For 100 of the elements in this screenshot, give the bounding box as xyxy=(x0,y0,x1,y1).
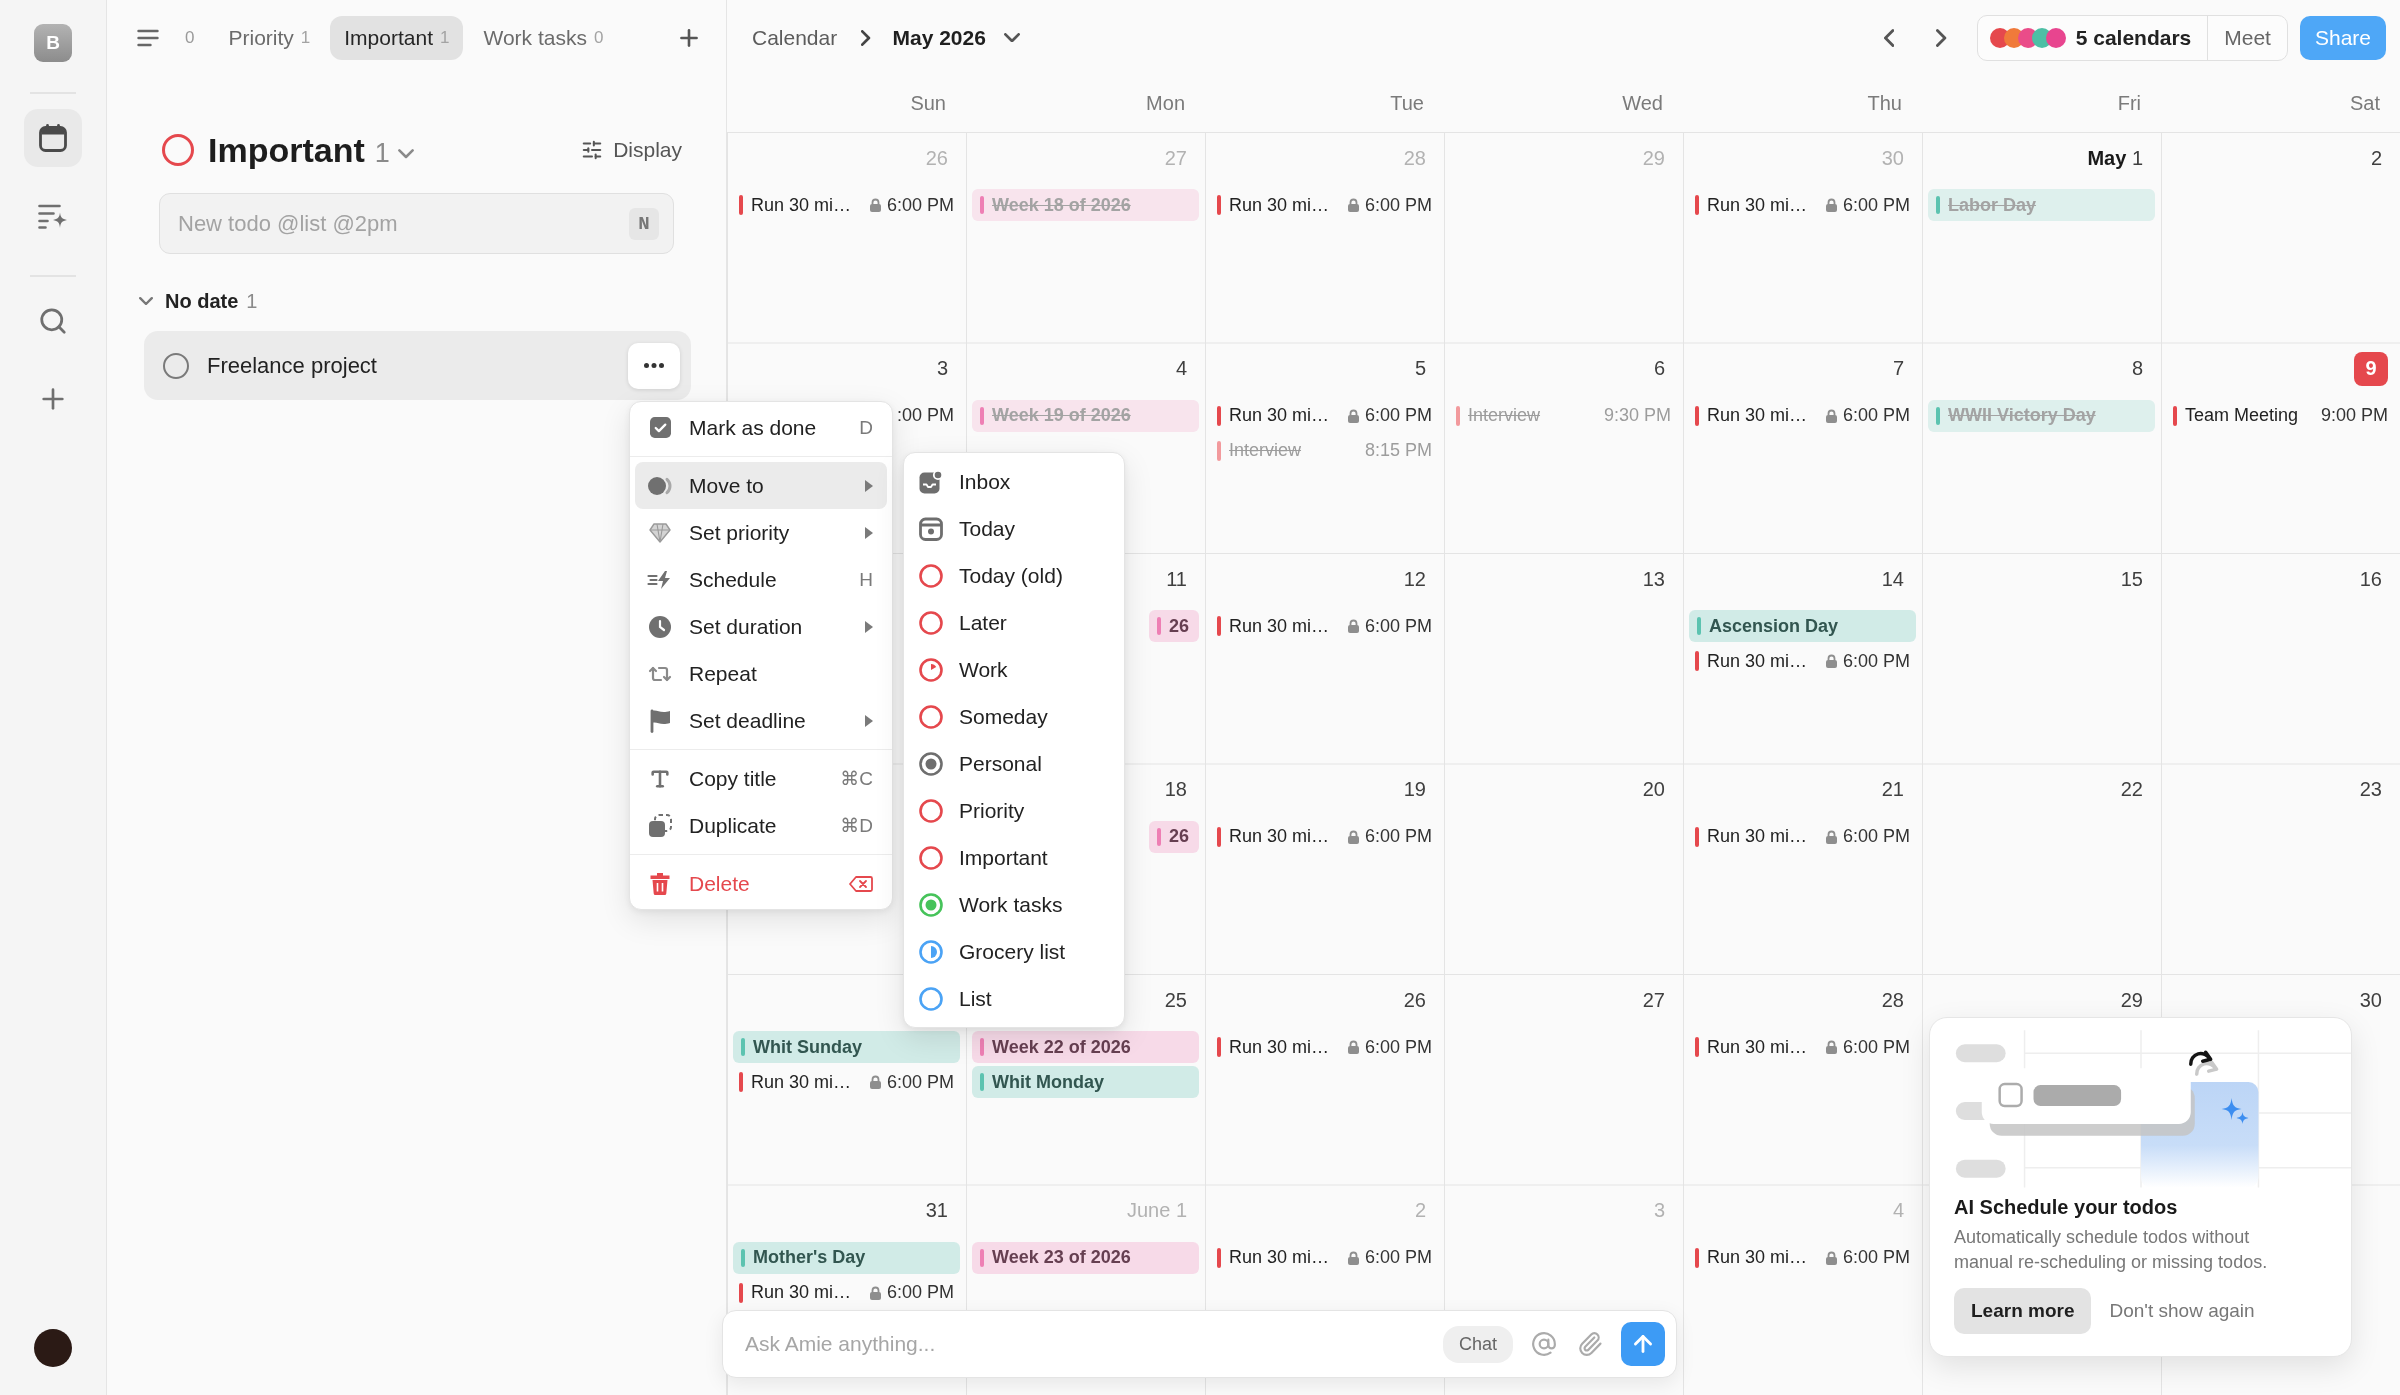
menu-item[interactable]: Work xyxy=(909,646,1119,693)
list-tab[interactable]: Priority 1 xyxy=(214,15,325,60)
event-time: 6:00 PM xyxy=(1842,1036,1910,1058)
menu-item[interactable]: Someday xyxy=(909,693,1119,740)
event-title[interactable]: Run 30 mi… xyxy=(1229,1247,1348,1268)
event-time: 6:00 PM xyxy=(1364,194,1432,216)
event-title[interactable]: Run 30 mi… xyxy=(1229,194,1348,216)
event-time: 6:00 PM xyxy=(1364,826,1432,847)
event-title[interactable]: Team Meeting xyxy=(2185,405,2321,426)
menu-item[interactable]: List xyxy=(909,975,1119,1022)
calendar-button[interactable] xyxy=(24,109,82,167)
chat-mode-button[interactable]: Chat xyxy=(1442,1325,1513,1363)
menu-item[interactable]: Important xyxy=(909,834,1119,881)
day-number: 20 xyxy=(1642,778,1665,801)
event-chip[interactable]: Whit Sunday xyxy=(733,1031,960,1063)
caret-right-icon xyxy=(865,714,873,727)
event-chip[interactable]: Mother's Day xyxy=(733,1241,960,1274)
todo-item[interactable]: Freelance project xyxy=(144,331,691,400)
day-number: 2 xyxy=(1414,1199,1426,1222)
display-button[interactable]: Display xyxy=(577,132,686,168)
chat-composer[interactable]: Ask Amie anything... Chat xyxy=(722,1310,1677,1378)
event-title[interactable]: Run 30 mi… xyxy=(751,1282,870,1303)
learn-more-button[interactable]: Learn more xyxy=(1954,1288,2092,1334)
menu-item[interactable]: Delete xyxy=(635,860,887,907)
today-badge[interactable]: 9 xyxy=(2354,351,2388,386)
event-title[interactable]: Run 30 mi… xyxy=(1707,650,1826,672)
menu-item[interactable]: Work tasks xyxy=(909,881,1119,928)
dismiss-button[interactable]: Don't show again xyxy=(2109,1294,2255,1328)
day-number: 25 xyxy=(1164,988,1187,1012)
menu-item[interactable]: Today (old) xyxy=(909,552,1119,599)
event-title[interactable]: Run 30 mi… xyxy=(751,194,870,216)
event-title[interactable]: Run 30 mi… xyxy=(1707,1247,1826,1268)
day-number: 30 xyxy=(1881,146,1904,170)
menu-item[interactable]: Duplicate ⌘D xyxy=(635,802,887,849)
search-icon xyxy=(38,306,68,336)
card-title: AI Schedule your todos xyxy=(1954,1196,2179,1220)
event-chip[interactable]: Ascension Day xyxy=(1689,610,1916,642)
menu-item[interactable]: Repeat xyxy=(635,650,887,697)
menu-item[interactable]: Move to xyxy=(635,462,887,509)
backspace-icon xyxy=(849,875,873,892)
event-time: 6:00 PM xyxy=(886,1282,954,1303)
more-button[interactable] xyxy=(628,342,680,389)
menu-item[interactable]: Set priority xyxy=(635,509,887,556)
card-description: Automatically schedule todos without manual re-scheduling or missing todos. xyxy=(1954,1226,2269,1274)
user-avatar[interactable] xyxy=(34,1329,72,1367)
event-title[interactable]: Run 30 mi… xyxy=(1707,1036,1826,1058)
menu-item[interactable]: Priority xyxy=(909,787,1119,834)
menu-item[interactable]: Mark as done D xyxy=(635,404,887,451)
menu-item[interactable]: Later xyxy=(909,599,1119,646)
event-chip[interactable]: Week 23 of 2026 xyxy=(972,1241,1199,1274)
shortcut-label: D xyxy=(859,416,873,439)
calendars-button[interactable]: 5 calendars xyxy=(1977,15,2208,60)
day-number: 18 xyxy=(1164,778,1187,801)
menu-icon xyxy=(137,28,159,47)
weekday-label: Tue xyxy=(1390,92,1424,115)
section-header[interactable]: No date 1 xyxy=(135,287,262,315)
day-number: May 1 xyxy=(2087,146,2143,170)
event-chip[interactable]: 26 xyxy=(1148,610,1199,642)
event-title[interactable]: Run 30 mi… xyxy=(1707,405,1826,426)
menu-item[interactable]: Schedule H xyxy=(635,556,887,603)
meet-button[interactable]: Meet xyxy=(2207,15,2287,60)
todo-checkbox[interactable] xyxy=(163,352,189,379)
chevron-down-icon[interactable] xyxy=(397,149,414,159)
event-title[interactable]: Run 30 mi… xyxy=(1229,826,1348,847)
menu-item[interactable]: Today xyxy=(909,505,1119,552)
event-title[interactable]: Run 30 mi… xyxy=(751,1071,870,1093)
menu-item[interactable]: Personal xyxy=(909,740,1119,787)
list-tab[interactable]: Work tasks 0 xyxy=(469,15,618,60)
day-number: 12 xyxy=(1403,567,1426,591)
event-title[interactable]: Run 30 mi… xyxy=(1229,405,1348,426)
event-title[interactable]: Run 30 mi… xyxy=(1707,194,1826,216)
shortcut-label: ⌘C xyxy=(840,767,873,790)
new-todo-field[interactable]: New todo @list @2pm N xyxy=(159,193,674,254)
event-title[interactable]: Run 30 mi… xyxy=(1229,615,1348,637)
list-count: 1 xyxy=(374,137,390,169)
day-number: 16 xyxy=(2359,567,2382,591)
event-chip[interactable]: Week 22 of 2026 xyxy=(972,1031,1199,1063)
event-chip[interactable]: 26 xyxy=(1148,820,1199,853)
month-picker[interactable]: May 2026 xyxy=(892,21,1020,54)
new-todo-input[interactable]: New todo @list @2pm xyxy=(178,210,629,237)
menu-item[interactable]: Inbox xyxy=(909,458,1119,505)
event-title[interactable]: Run 30 mi… xyxy=(1229,1036,1348,1058)
menu-item[interactable]: Copy title ⌘C xyxy=(635,755,887,802)
breadcrumb-link[interactable]: Calendar xyxy=(752,21,838,54)
event-title[interactable]: Run 30 mi… xyxy=(1707,826,1826,847)
chevron-down-icon xyxy=(139,296,153,306)
list-tab[interactable]: Important 1 xyxy=(330,15,464,60)
event-chip[interactable]: Whit Monday xyxy=(972,1066,1199,1098)
menu-item[interactable]: Set deadline xyxy=(635,697,887,744)
day-number: 3 xyxy=(1653,1199,1665,1222)
weekday-label: Mon xyxy=(1146,92,1185,115)
flag-icon xyxy=(649,708,671,733)
send-button[interactable] xyxy=(1621,1322,1665,1366)
menu-item[interactable]: Grocery list xyxy=(909,928,1119,975)
ask-input[interactable]: Ask Amie anything... xyxy=(745,1324,1427,1364)
clock-icon xyxy=(649,615,671,638)
event-time: 6:00 PM xyxy=(1364,405,1432,426)
event-time: 6:00 PM xyxy=(1364,615,1432,637)
more-icon xyxy=(644,363,664,368)
menu-item[interactable]: Set duration xyxy=(635,603,887,650)
